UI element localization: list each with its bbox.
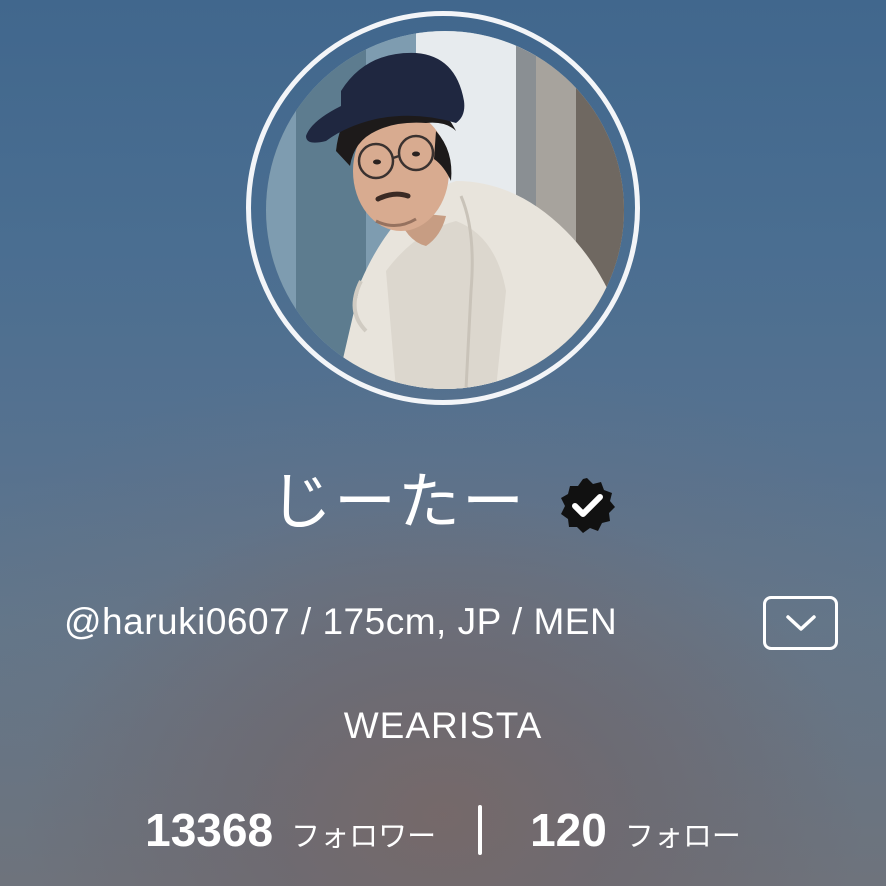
following-stat[interactable]: 120 フォロー: [530, 807, 741, 853]
role-label: WEARISTA: [343, 705, 543, 746]
verified-badge-icon: [558, 476, 616, 534]
followers-label: フォロワー: [291, 819, 437, 853]
chevron-down-icon: [785, 615, 816, 631]
followers-count: 13368: [145, 804, 274, 856]
stats-divider: [478, 805, 483, 855]
avatar[interactable]: [266, 31, 624, 389]
stats-row: 13368 フォロワー 120 フォロー: [0, 800, 886, 860]
display-name: じーたー: [269, 465, 526, 538]
profile-header: じーたー: [0, 462, 886, 542]
following-count: 120: [530, 804, 607, 856]
profile-meta-row: @haruki0607 / 175cm, JP / MEN: [0, 592, 886, 652]
followers-stat[interactable]: 13368 フォロワー: [145, 807, 436, 853]
profile-meta-text: @haruki0607 / 175cm, JP / MEN: [64, 601, 618, 642]
following-label: フォロー: [624, 819, 741, 853]
avatar-photo-illustration: [266, 31, 624, 389]
expand-profile-button[interactable]: [763, 596, 838, 650]
